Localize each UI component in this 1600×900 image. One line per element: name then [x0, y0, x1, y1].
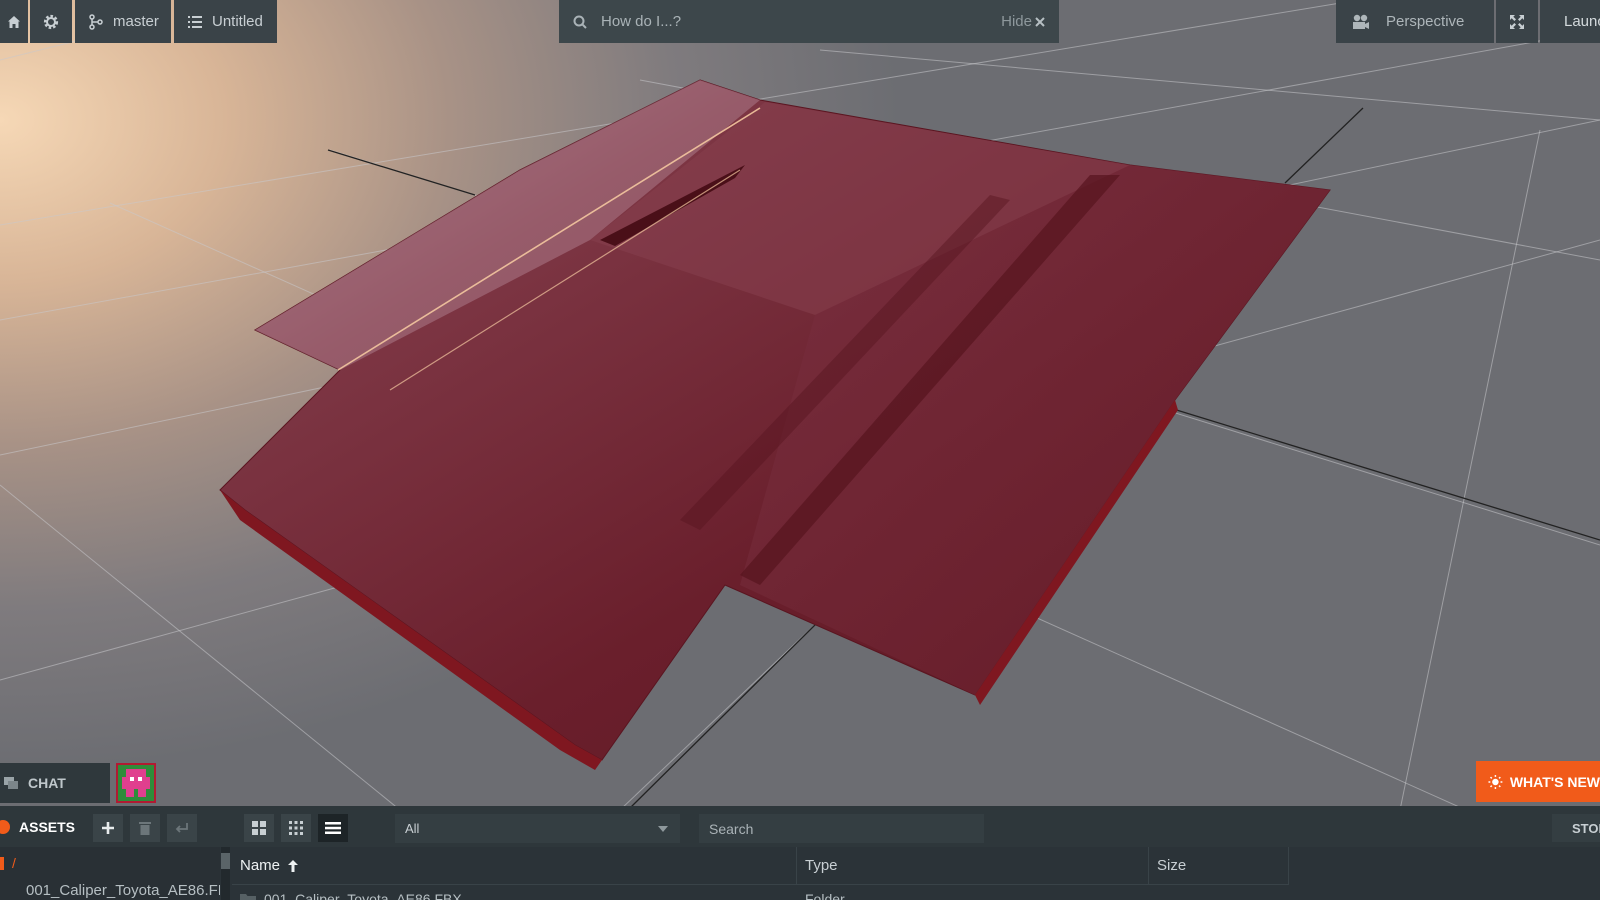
settings-button[interactable] [30, 0, 72, 43]
move-asset-button[interactable] [167, 814, 197, 842]
view-large-grid-button[interactable] [244, 814, 274, 842]
search-icon [573, 15, 587, 29]
row-name-cell: 001_Caliper_Toyota_AE86.FBX [240, 891, 462, 900]
delete-asset-button[interactable] [130, 814, 160, 842]
camera-label: Perspective [1386, 13, 1465, 30]
move-icon [175, 823, 188, 833]
column-name-label: Name [240, 857, 281, 874]
asset-type-filter[interactable]: All [395, 814, 680, 843]
assets-panel: ASSETS All Search STORE [0, 806, 1600, 900]
column-type-label: Type [805, 857, 838, 874]
fullscreen-button[interactable] [1496, 0, 1538, 43]
add-asset-button[interactable] [93, 814, 123, 842]
launch-button[interactable]: Launch [1540, 0, 1600, 43]
assets-title: ASSETS [19, 818, 76, 835]
whats-new-label: WHAT'S NEW [1509, 773, 1600, 790]
camera-dropdown[interactable]: Perspective [1336, 0, 1494, 43]
tree-folder-item[interactable]: 001_Caliper_Toyota_AE86.FBX [18, 882, 220, 899]
help-hide-label: Hide [1001, 13, 1032, 30]
chevron-down-icon [658, 825, 668, 832]
trash-icon [139, 822, 151, 835]
store-button[interactable]: STORE [1552, 814, 1600, 842]
column-header-type[interactable]: Type [797, 847, 1149, 885]
list-view-icon [325, 822, 341, 834]
user-avatar-icon [118, 765, 154, 801]
table-row[interactable]: 001_Caliper_Toyota_AE86.FBX Folder [232, 887, 1600, 900]
plus-icon [102, 822, 114, 834]
column-size-label: Size [1157, 857, 1187, 874]
column-header-size[interactable]: Size [1149, 847, 1289, 885]
3d-viewport[interactable]: master Untitled How do I...? Hide Perspe… [0, 0, 1600, 810]
whats-new-button[interactable]: WHAT'S NEW [1476, 761, 1600, 802]
branch-icon [89, 13, 103, 30]
branch-button[interactable]: master [75, 0, 171, 43]
collapse-icon [0, 819, 10, 834]
grid-large-icon [252, 821, 266, 835]
asset-type-filter-value: All [405, 821, 420, 836]
asset-search-input[interactable]: Search [699, 814, 984, 843]
avatar[interactable] [116, 763, 156, 803]
chat-button[interactable]: CHAT [0, 763, 110, 803]
selected-marker [0, 856, 4, 870]
chat-label: CHAT [28, 775, 66, 791]
help-hide-button[interactable]: Hide [1001, 13, 1045, 30]
chat-icon [4, 777, 18, 789]
scene-render[interactable] [0, 0, 1600, 810]
scrollbar-thumb[interactable] [221, 853, 230, 869]
hood-model [219, 79, 1331, 770]
asset-table: Name Type Size 001_Caliper_Toyota_AE86.F… [232, 847, 1600, 900]
view-small-grid-button[interactable] [281, 814, 311, 842]
tree-root-folder[interactable]: / [0, 855, 16, 871]
row-name: 001_Caliper_Toyota_AE86.FBX [264, 891, 462, 900]
column-header-name[interactable]: Name [232, 847, 797, 885]
camera-icon [1353, 14, 1369, 29]
assets-toolbar: ASSETS All Search STORE [0, 806, 1600, 847]
fullscreen-icon [1510, 14, 1524, 29]
asset-search-placeholder: Search [709, 820, 754, 837]
close-icon [1035, 16, 1045, 27]
home-icon [8, 15, 20, 28]
gear-icon [43, 14, 59, 29]
assets-panel-toggle[interactable]: ASSETS [0, 806, 75, 847]
list-icon [188, 15, 202, 28]
home-button[interactable] [0, 0, 28, 43]
lightbulb-icon [1488, 774, 1503, 789]
scene-name-label: Untitled [212, 13, 263, 30]
help-search-placeholder[interactable]: How do I...? [601, 13, 681, 30]
view-list-button[interactable] [318, 814, 348, 842]
tree-scrollbar[interactable] [221, 847, 230, 900]
folder-tree: / 001_Caliper_Toyota_AE86.FBX [0, 847, 220, 900]
row-type: Folder [805, 891, 845, 900]
tree-root-label: / [12, 855, 16, 871]
help-search-bar[interactable]: How do I...? Hide [559, 0, 1059, 43]
tree-folder-label: 001_Caliper_Toyota_AE86.FBX [26, 882, 220, 899]
store-label: STORE [1572, 820, 1600, 836]
launch-label: Launch [1564, 13, 1600, 30]
folder-icon [240, 893, 256, 900]
branch-label: master [113, 13, 159, 30]
grid-small-icon [289, 821, 303, 835]
sort-ascending-icon [288, 859, 299, 872]
scene-list-button[interactable]: Untitled [174, 0, 277, 43]
